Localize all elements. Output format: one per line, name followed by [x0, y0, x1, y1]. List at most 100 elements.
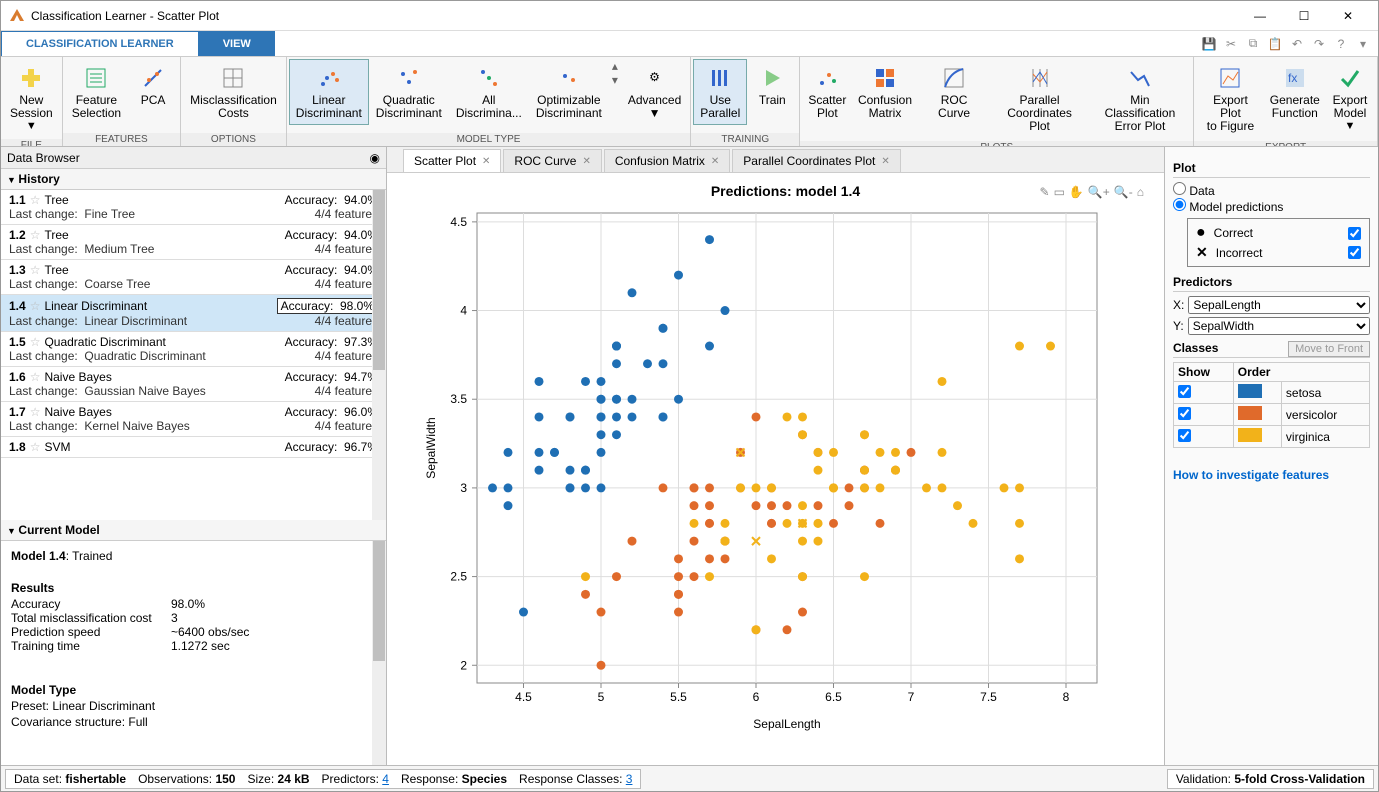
model-type-heading: Model Type: [11, 683, 76, 697]
radio-data[interactable]: Data: [1173, 184, 1215, 198]
tab-confusion-matrix[interactable]: Confusion Matrix✕: [604, 149, 730, 172]
zoomout-icon[interactable]: 🔍-: [1114, 185, 1133, 199]
svg-text:SepalLength: SepalLength: [753, 717, 820, 731]
y-predictor-select[interactable]: SepalWidth: [1188, 317, 1370, 335]
history-header[interactable]: History: [1, 169, 386, 190]
optimizable-discriminant-button[interactable]: Optimizable Discriminant: [529, 59, 609, 125]
copy-icon[interactable]: ⧉: [1244, 35, 1262, 53]
pan-icon[interactable]: ✋: [1069, 185, 1084, 199]
home-icon[interactable]: ⌂: [1137, 185, 1144, 199]
maximize-button[interactable]: ☐: [1282, 1, 1326, 31]
class-row-virginica[interactable]: virginica: [1174, 426, 1370, 448]
all-discriminant-button[interactable]: All Discrimina...: [449, 59, 529, 125]
history-item[interactable]: 1.5 ☆ Quadratic DiscriminantAccuracy: 97…: [1, 332, 386, 367]
main-tab-row: CLASSIFICATION LEARNER VIEW 💾 ✂ ⧉ 📋 ↶ ↷ …: [1, 31, 1378, 57]
misclass-costs-button[interactable]: Misclassification Costs: [183, 59, 284, 125]
history-item[interactable]: 1.1 ☆ TreeAccuracy: 94.0%Last change: Fi…: [1, 190, 386, 225]
history-item[interactable]: 1.8 ☆ SVMAccuracy: 96.7%: [1, 437, 386, 458]
current-scrollbar[interactable]: [372, 541, 386, 765]
arrow-icon[interactable]: ▾: [1354, 35, 1372, 53]
export-model-button[interactable]: Export Model ▼: [1325, 59, 1375, 137]
history-scrollbar[interactable]: [372, 190, 386, 520]
close-button[interactable]: ✕: [1326, 1, 1370, 31]
tab-scatter-plot[interactable]: Scatter Plot✕: [403, 149, 501, 172]
current-model-name: Model 1.4: [11, 549, 66, 563]
history-item[interactable]: 1.7 ☆ Naive BayesAccuracy: 96.0%Last cha…: [1, 402, 386, 437]
svg-text:4.5: 4.5: [450, 215, 467, 229]
class-row-versicolor[interactable]: versicolor: [1174, 404, 1370, 426]
incorrect-checkbox[interactable]: [1348, 246, 1361, 259]
current-model-header[interactable]: Current Model: [1, 520, 386, 541]
parallel-icon: [706, 64, 734, 92]
minimize-button[interactable]: —: [1238, 1, 1282, 31]
datatip-icon[interactable]: ▭: [1054, 185, 1065, 199]
data-browser-panel: Data Browser ◉ History 1.1 ☆ TreeAccurac…: [1, 147, 387, 765]
train-button[interactable]: Train: [747, 59, 797, 112]
panel-menu-icon[interactable]: ◉: [370, 151, 380, 165]
confusion-matrix-button[interactable]: Confusion Matrix: [852, 59, 917, 125]
advanced-button[interactable]: ⚙Advanced▼: [621, 59, 688, 125]
min-class-error-button[interactable]: Min Classification Error Plot: [1089, 59, 1192, 139]
grid-icon: [219, 64, 247, 92]
quadratic-discriminant-button[interactable]: Quadratic Discriminant: [369, 59, 449, 125]
tab-view[interactable]: VIEW: [199, 31, 275, 56]
feature-selection-button[interactable]: Feature Selection: [65, 59, 128, 125]
help-link[interactable]: How to investigate features: [1173, 468, 1370, 482]
class-checkbox[interactable]: [1178, 429, 1191, 442]
move-to-front-button[interactable]: Move to Front: [1288, 341, 1370, 357]
plot-options-panel: Plot Data Model predictions ●Correct ✕In…: [1164, 147, 1378, 765]
new-session-button[interactable]: New Session ▼: [3, 59, 60, 137]
zoomin-icon[interactable]: 🔍+: [1088, 185, 1110, 199]
svg-text:5.5: 5.5: [670, 690, 687, 704]
tab-roc-curve[interactable]: ROC Curve✕: [503, 149, 601, 172]
roc-curve-button[interactable]: ROC Curve: [918, 59, 991, 125]
history-item[interactable]: 1.6 ☆ Naive BayesAccuracy: 94.7%Last cha…: [1, 367, 386, 402]
model-gallery-expand[interactable]: ▴▾: [609, 59, 621, 87]
history-item[interactable]: 1.3 ☆ TreeAccuracy: 94.0%Last change: Co…: [1, 260, 386, 295]
generate-function-button[interactable]: fxGenerate Function: [1265, 59, 1325, 125]
use-parallel-button[interactable]: Use Parallel: [693, 59, 747, 125]
svg-text:3: 3: [460, 481, 467, 495]
scatter2-icon: [395, 64, 423, 92]
radio-model-predictions[interactable]: Model predictions: [1173, 200, 1283, 214]
paste-icon[interactable]: 📋: [1266, 35, 1284, 53]
help-tab-icon[interactable]: ?: [1332, 35, 1350, 53]
pca-icon: [139, 64, 167, 92]
close-icon[interactable]: ✕: [711, 156, 719, 167]
history-item[interactable]: 1.4 ☆ Linear DiscriminantAccuracy: 98.0%…: [1, 295, 386, 332]
response-classes-link[interactable]: 3: [626, 772, 633, 786]
class-checkbox[interactable]: [1178, 407, 1191, 420]
linear-discriminant-button[interactable]: Linear Discriminant: [289, 59, 369, 125]
parallel-coords-button[interactable]: Parallel Coordinates Plot: [990, 59, 1088, 139]
cut-icon[interactable]: ✂: [1222, 35, 1240, 53]
close-icon[interactable]: ✕: [482, 156, 490, 167]
gear-icon: ⚙: [641, 64, 669, 92]
undo-icon[interactable]: ↶: [1288, 35, 1306, 53]
pca-button[interactable]: PCA: [128, 59, 178, 112]
close-icon[interactable]: ✕: [582, 156, 590, 167]
correct-checkbox[interactable]: [1348, 227, 1361, 240]
history-item[interactable]: 1.2 ☆ TreeAccuracy: 94.0%Last change: Me…: [1, 225, 386, 260]
scatter-chart[interactable]: 4.555.566.577.5822.533.544.5SepalLengthS…: [417, 203, 1117, 743]
tab-classification-learner[interactable]: CLASSIFICATION LEARNER: [1, 31, 199, 56]
export-plot-button[interactable]: Export Plot to Figure: [1196, 59, 1264, 139]
window-title: Classification Learner - Scatter Plot: [31, 9, 1238, 23]
redo-icon[interactable]: ↷: [1310, 35, 1328, 53]
plot-tab-bar: Scatter Plot✕ ROC Curve✕ Confusion Matri…: [387, 147, 1164, 173]
scatter1-icon: [315, 64, 343, 92]
scatter-plot-button[interactable]: Scatter Plot: [802, 59, 852, 125]
classes-section: ClassesMove to Front: [1173, 341, 1370, 358]
save-icon[interactable]: 💾: [1200, 35, 1218, 53]
scatter-icon: [813, 64, 841, 92]
brush-icon[interactable]: ✎: [1040, 185, 1050, 199]
scatter4-icon: [555, 64, 583, 92]
check-icon: [1336, 64, 1364, 92]
class-checkbox[interactable]: [1178, 385, 1191, 398]
class-row-setosa[interactable]: setosa: [1174, 382, 1370, 404]
svg-text:7: 7: [908, 690, 915, 704]
predictors-link[interactable]: 4: [382, 772, 389, 786]
x-predictor-select[interactable]: SepalLength: [1188, 296, 1370, 314]
tab-parallel-coords[interactable]: Parallel Coordinates Plot✕: [732, 149, 900, 172]
svg-text:4.5: 4.5: [515, 690, 532, 704]
close-icon[interactable]: ✕: [881, 156, 889, 167]
